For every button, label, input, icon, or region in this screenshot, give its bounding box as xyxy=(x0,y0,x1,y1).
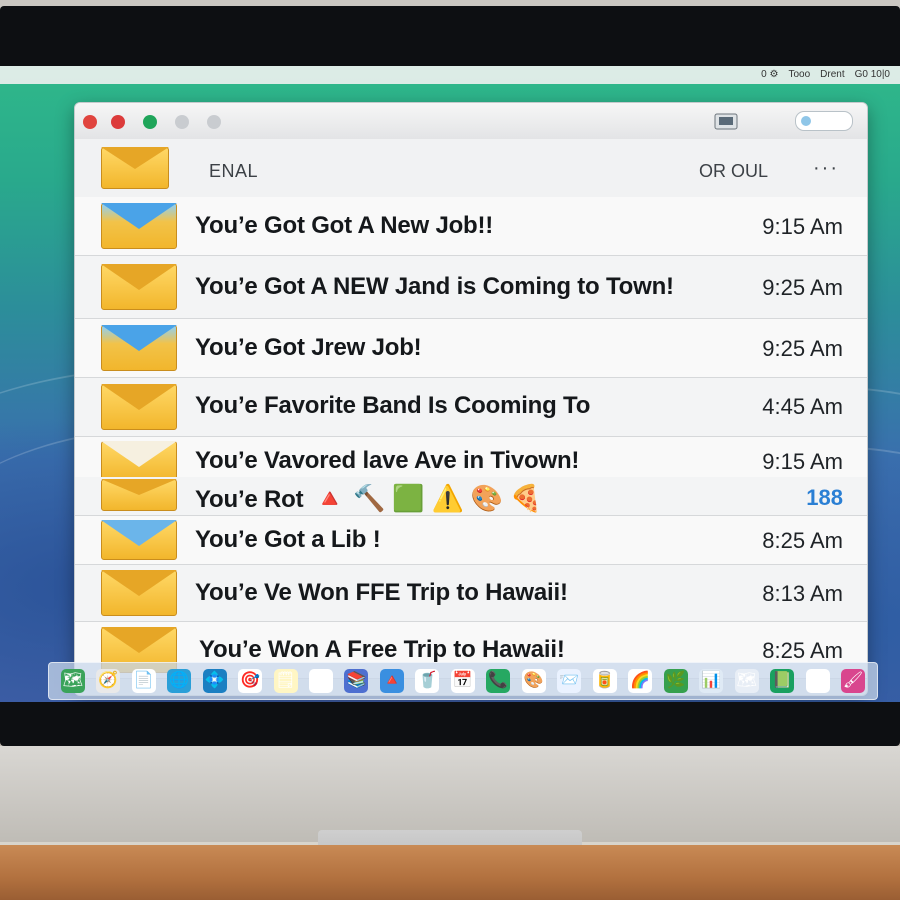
envelope-icon xyxy=(101,479,177,511)
dock-app-icon[interactable]: 🗺 xyxy=(60,669,85,693)
message-emoji-icons: 🔺 🔨 🟩 ⚠️ 🎨 🍕 xyxy=(313,483,543,513)
envelope-open-icon xyxy=(101,520,177,560)
message-subject: You’e Rot 🔺 🔨 🟩 ⚠️ 🎨 🍕 xyxy=(195,483,542,514)
menu-status-item[interactable]: 0 ⚙ xyxy=(761,69,778,80)
mailbox-filter[interactable]: OR OUL xyxy=(699,161,768,182)
monitor-chin xyxy=(0,746,900,842)
message-subject: You’e Ve Won FFE Trip to Hawaii! xyxy=(195,579,568,606)
dock-app-icon[interactable]: 🎨 xyxy=(521,669,546,693)
message-row[interactable]: You’e Got a Lib ! 8:25 Am xyxy=(75,516,867,565)
dock-app-icon[interactable]: 📗 xyxy=(770,669,795,693)
message-time: 9:15 Am xyxy=(762,449,843,474)
dock-app-icon[interactable]: 🗒 xyxy=(273,669,298,693)
menu-status-items: 0 ⚙ Tooo Drent G0 10|0 xyxy=(761,69,890,80)
dock-app-icon[interactable]: 🌐 xyxy=(167,669,192,693)
dock-app-icon[interactable]: 🌈 xyxy=(628,669,653,693)
dock-app-icon[interactable]: 📚 xyxy=(344,669,369,693)
dock-app-icon[interactable]: 📅 xyxy=(450,669,475,693)
dock-app-icon[interactable]: 🗺 xyxy=(734,669,759,693)
mailbox-header: ENAL OR OUL ··· xyxy=(75,139,867,198)
message-time: 9:15 Am xyxy=(762,214,843,239)
toolbar-dot[interactable] xyxy=(207,115,221,129)
mailbox-envelope-icon xyxy=(101,147,169,189)
message-row[interactable]: You’e Got Got A New Job!! 9:15 Am xyxy=(75,197,867,256)
mail-window: ENAL OR OUL ··· You’e Got Got A New Job!… xyxy=(74,102,868,696)
search-field[interactable] xyxy=(795,111,853,131)
message-time: 8:13 Am xyxy=(762,581,843,606)
envelope-icon xyxy=(101,384,177,430)
dock-app-icon[interactable]: 📊 xyxy=(699,669,724,693)
dock-app-icon[interactable]: 💠 xyxy=(202,669,227,693)
message-time: 8:25 Am xyxy=(762,528,843,553)
close-button[interactable] xyxy=(83,115,97,129)
dock-app-icon[interactable]: 🌿 xyxy=(663,669,688,693)
message-time: 188 xyxy=(806,485,843,510)
message-list: You’e Got Got A New Job!! 9:15 Am You’e … xyxy=(75,197,867,679)
minimize-button[interactable] xyxy=(111,115,125,129)
message-row[interactable]: You’e Ve Won FFE Trip to Hawaii! 8:13 Am xyxy=(75,565,867,622)
dock-app-icon[interactable]: 📨 xyxy=(557,669,582,693)
zoom-button[interactable] xyxy=(143,115,157,129)
message-row[interactable]: You’e Vavored lave Ave in Tivown! 9:15 A… xyxy=(75,437,867,481)
menu-status-item[interactable]: G0 10|0 xyxy=(855,69,890,80)
desk-surface xyxy=(0,845,900,900)
message-time: 9:25 Am xyxy=(762,275,843,300)
more-options-button[interactable]: ··· xyxy=(813,157,839,180)
dock-app-icon[interactable]: 🖼 xyxy=(309,669,334,693)
desktop-screen: 0 ⚙ Tooo Drent G0 10|0 ENAL OR OUL ··· Y… xyxy=(0,66,900,702)
dock-app-icon[interactable]: 📞 xyxy=(486,669,511,693)
dock-app-icon[interactable]: 🧭 xyxy=(96,669,121,693)
menu-status-item[interactable]: Tooo xyxy=(788,69,810,80)
envelope-blue-icon xyxy=(101,203,177,249)
message-subject: You’e Won A Free Trip to Hawaii! xyxy=(199,636,565,663)
message-subject: You’e Got Got A New Job!! xyxy=(195,212,494,239)
dock: 🗺 🧭 📄 🌐 💠 🎯 🗒 🖼 📚 🔺 🥤 📅 📞 🎨 📨 🥫 🌈 🌿 📊 🗺 📗 ⏺ 🖌 xyxy=(48,662,878,700)
envelope-icon xyxy=(101,570,177,616)
window-titlebar[interactable] xyxy=(75,103,867,140)
toolbar-dot[interactable] xyxy=(175,115,189,129)
dock-app-icon[interactable]: 📄 xyxy=(131,669,156,693)
dock-app-icon[interactable]: ⏺ xyxy=(805,669,830,693)
message-subject: You’e Got A NEW Jand is Coming to Town! xyxy=(195,273,674,300)
message-subject-text: You’e Rot xyxy=(195,486,304,513)
envelope-open-icon xyxy=(101,441,177,481)
message-time: 8:25 Am xyxy=(762,638,843,663)
envelope-icon xyxy=(101,264,177,310)
message-time: 9:25 Am xyxy=(762,336,843,361)
message-subject: You’e Got Jrew Job! xyxy=(195,334,422,361)
message-subject: You’e Favorite Band Is Cooming To xyxy=(195,392,591,419)
envelope-blue-icon xyxy=(101,325,177,371)
message-subject: You’e Vavored lave Ave in Tivown! xyxy=(195,447,580,474)
mailbox-title: ENAL xyxy=(209,161,259,181)
message-time: 4:45 Am xyxy=(762,394,843,419)
menu-status-item[interactable]: Drent xyxy=(820,69,844,80)
menu-bar: 0 ⚙ Tooo Drent G0 10|0 xyxy=(0,66,900,84)
dock-app-icon[interactable]: 🥫 xyxy=(592,669,617,693)
message-row[interactable]: You’e Got A NEW Jand is Coming to Town! … xyxy=(75,256,867,319)
message-row[interactable]: You’e Rot 🔺 🔨 🟩 ⚠️ 🎨 🍕 188 xyxy=(75,477,867,516)
message-row[interactable]: You’e Got Jrew Job! 9:25 Am xyxy=(75,319,867,378)
message-row[interactable]: You’e Favorite Band Is Cooming To 4:45 A… xyxy=(75,378,867,437)
dock-app-icon[interactable]: 🖌 xyxy=(841,669,866,693)
message-subject: You’e Got a Lib ! xyxy=(195,526,381,553)
dock-app-icon[interactable]: 🔺 xyxy=(379,669,404,693)
dock-app-icon[interactable]: 🎯 xyxy=(238,669,263,693)
dock-app-icon[interactable]: 🥤 xyxy=(415,669,440,693)
compose-icon[interactable] xyxy=(713,111,739,131)
